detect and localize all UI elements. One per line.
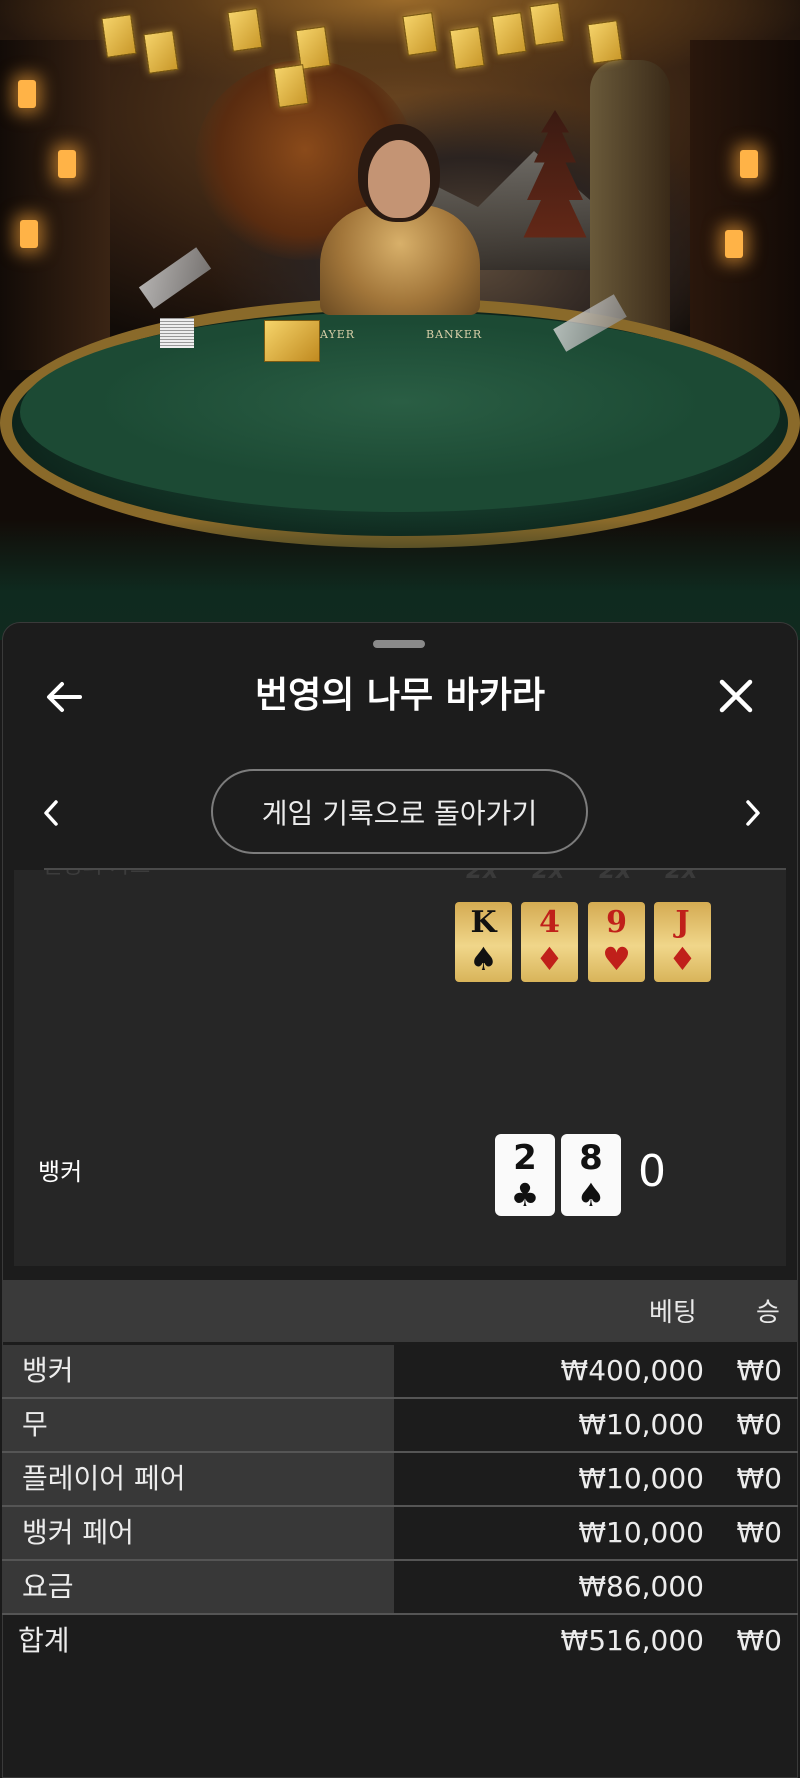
tree-trunk-left: [0, 40, 110, 370]
dealer-body: [320, 205, 480, 315]
lantern-icon: [740, 150, 758, 178]
banker-card: 8 ♠: [561, 1134, 621, 1216]
hanging-card: [449, 26, 485, 70]
card-rank: 2: [513, 1138, 537, 1178]
lightning-card: 9 ♥: [588, 902, 645, 982]
hanging-card: [143, 30, 179, 74]
lightning-card: K ♠: [455, 902, 512, 982]
spade-icon: ♠: [576, 1176, 606, 1214]
discard-shoe: [138, 247, 212, 309]
card-rank: K: [470, 905, 497, 940]
page-title: 번영의 나무 바카라: [254, 675, 546, 716]
back-to-history-button[interactable]: 게임 기록으로 돌아가기: [211, 769, 588, 854]
bet-amount: ₩10,000: [578, 1462, 704, 1495]
sheet-drag-handle[interactable]: [373, 640, 425, 648]
back-to-history-label: 게임 기록으로 돌아가기: [261, 796, 538, 830]
table-row: 요금 ₩86,000: [2, 1561, 798, 1613]
hanging-card: [491, 12, 527, 56]
total-bet-amount: ₩516,000: [560, 1624, 704, 1657]
diamond-icon: ♦: [668, 940, 697, 978]
baccarat-table-felt: [20, 312, 780, 512]
close-icon: [719, 679, 753, 713]
hanging-card: [227, 8, 263, 52]
previous-round-button[interactable]: [34, 788, 70, 838]
chevron-left-icon: [44, 800, 58, 826]
card-rank: 9: [606, 905, 627, 940]
card-rank: J: [675, 905, 690, 940]
hanging-card: [402, 12, 438, 56]
card-rank: 4: [539, 905, 560, 940]
table-row: 뱅커 ₩400,000 ₩0: [2, 1345, 798, 1397]
table-row: 플레이어 페어 ₩10,000 ₩0: [2, 1453, 798, 1505]
multiplier-label: 2x: [466, 870, 499, 884]
bet-column-header: 베팅: [649, 1298, 697, 1328]
win-column-header: 승: [756, 1298, 780, 1328]
multiplier-label: 2x: [665, 870, 698, 884]
close-button[interactable]: [714, 674, 758, 718]
table-row: 무 ₩10,000 ₩0: [2, 1399, 798, 1451]
card-rank: 8: [579, 1138, 603, 1178]
banker-hand-label: 뱅커: [38, 1158, 83, 1186]
card-deck: [160, 318, 194, 348]
club-icon: ♣: [510, 1176, 540, 1214]
heart-icon: ♥: [602, 940, 631, 978]
live-dealer-video: AYER BANKER: [0, 0, 800, 640]
bet-amount: ₩10,000: [578, 1516, 704, 1549]
lantern-icon: [725, 230, 743, 258]
multiplier-label: 2x: [599, 870, 632, 884]
table-row: 뱅커 페어 ₩10,000 ₩0: [2, 1507, 798, 1559]
banker-score: 0: [638, 1146, 666, 1197]
win-amount: ₩0: [736, 1516, 783, 1549]
win-amount: ₩0: [736, 1462, 783, 1495]
next-round-button[interactable]: [734, 788, 770, 838]
bet-amount: ₩86,000: [578, 1570, 704, 1603]
bet-type-label: 무: [2, 1399, 394, 1451]
diamond-icon: ♦: [535, 940, 564, 978]
bet-amount: ₩10,000: [578, 1408, 704, 1441]
win-amount: ₩0: [736, 1408, 783, 1441]
table-player-label: AYER: [320, 328, 356, 341]
chevron-right-icon: [746, 800, 760, 826]
total-win-amount: ₩0: [736, 1624, 783, 1657]
hanging-card: [101, 14, 137, 58]
lantern-icon: [18, 80, 36, 108]
bet-type-label: 플레이어 페어: [2, 1453, 394, 1505]
lightning-card: 4 ♦: [521, 902, 578, 982]
bet-type-label: 요금: [2, 1561, 394, 1613]
multiplier-label: 2x: [532, 870, 565, 884]
lightning-card: J ♦: [654, 902, 711, 982]
lantern-icon: [20, 220, 38, 248]
hanging-card: [273, 64, 309, 108]
lantern-icon: [58, 150, 76, 178]
hanging-card: [587, 20, 623, 64]
win-amount: ₩0: [736, 1354, 783, 1387]
bet-type-label: 뱅커: [2, 1345, 394, 1397]
dealer-head: [368, 140, 430, 218]
banker-card: 2 ♣: [495, 1134, 555, 1216]
total-label: 합계: [18, 1624, 70, 1657]
total-row: 합계 ₩516,000 ₩0: [2, 1615, 798, 1667]
bet-amount: ₩400,000: [560, 1354, 704, 1387]
lightning-card-stack: [264, 320, 320, 362]
wall-right: [690, 40, 800, 380]
hand-result-panel: 인정의 카드 2x 2x 2x 2x K ♠ 4 ♦ 9 ♥ J ♦: [14, 870, 786, 1266]
hanging-card: [529, 2, 565, 46]
bet-type-label: 뱅커 페어: [2, 1507, 394, 1559]
table-banker-label: BANKER: [426, 328, 483, 341]
spade-icon: ♠: [469, 940, 498, 978]
faded-section-label: 인정의 카드: [42, 870, 150, 880]
